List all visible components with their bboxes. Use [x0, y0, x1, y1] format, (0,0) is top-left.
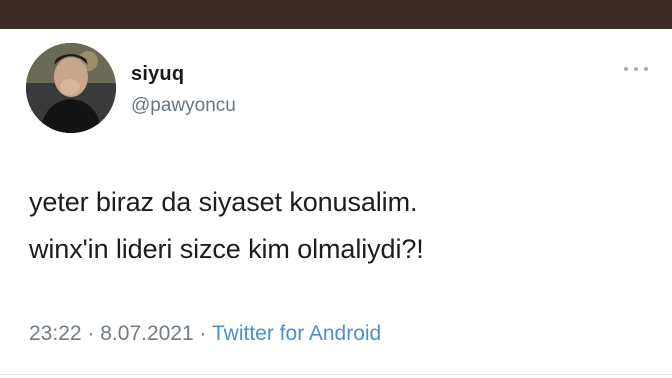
more-options-button[interactable]	[624, 64, 648, 74]
tweet-text-line: winx'in lideri sizce kim olmaliydi?!	[29, 234, 424, 264]
display-name[interactable]: siyuq	[131, 63, 184, 86]
more-horizontal-icon	[634, 67, 638, 71]
tweet-text: yeter biraz da siyaset konusalim. winx'i…	[29, 179, 649, 273]
user-handle[interactable]: @pawyoncu	[131, 95, 236, 117]
top-bar	[0, 0, 672, 29]
divider	[0, 374, 672, 375]
tweet-client-link[interactable]: Twitter for Android	[212, 322, 381, 345]
more-horizontal-icon	[644, 67, 648, 71]
tweet-time[interactable]: 23:22	[29, 322, 82, 345]
more-horizontal-icon	[624, 67, 628, 71]
tweet-date[interactable]: 8.07.2021	[100, 322, 193, 345]
meta-separator: ·	[87, 322, 95, 345]
tweet-meta: 23:22 · 8.07.2021 · Twitter for Android	[29, 322, 381, 346]
tweet-text-line: yeter biraz da siyaset konusalim.	[29, 187, 418, 217]
avatar[interactable]	[26, 43, 116, 133]
meta-separator: ·	[199, 322, 207, 345]
